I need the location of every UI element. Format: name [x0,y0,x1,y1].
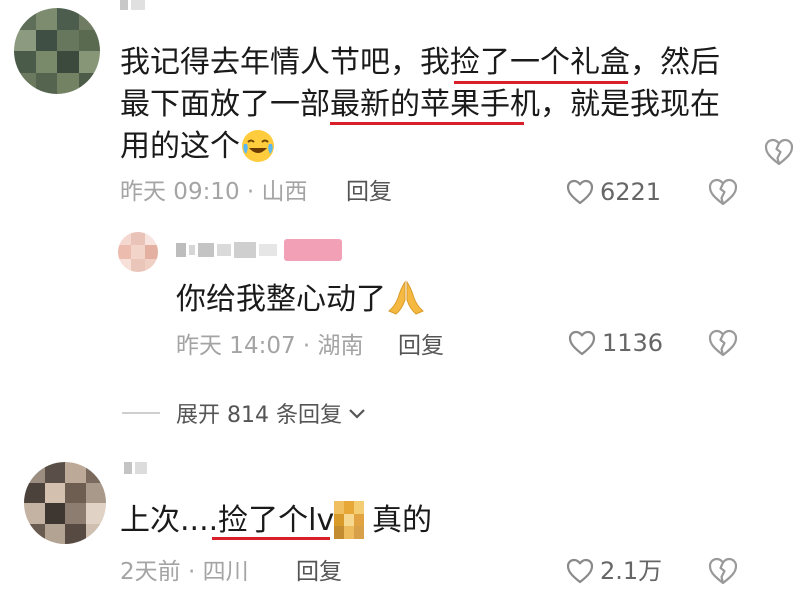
avatar[interactable] [24,462,106,544]
expand-replies-button[interactable]: 展开 814 条回复 [122,397,368,429]
like-button[interactable]: 2.1万 [566,558,662,584]
reply-button[interactable]: 回复 [296,560,342,584]
pixelated-image [334,501,364,539]
time-location: 昨天 09:10 · 山西 [120,179,308,205]
broken-heart-icon[interactable] [708,329,738,357]
blurred-username [176,239,342,261]
comment-text-line: 真的 [372,503,432,538]
reply-text: 你给我整心动了 [176,282,386,317]
divider-dash [122,412,160,414]
highlighted-text: 最新的苹果手机 [330,87,540,122]
like-count: 6221 [600,178,662,206]
like-button[interactable]: 6221 [566,179,661,205]
reply-button[interactable]: 回复 [398,334,444,358]
comment-text-line: 我记得去年情人节吧，我捡了一个礼盒，然后 [120,45,720,80]
like-count: 1136 [602,329,664,357]
chevron-down-icon [349,409,365,419]
comment-text-line: 用的这个 [120,129,240,164]
highlighted-text: 捡了个lv [218,503,335,538]
side-broken-heart-icon[interactable] [764,138,794,166]
blurred-username [124,462,147,474]
heart-icon [566,558,594,584]
red-underline [212,537,330,540]
red-underline [330,122,524,125]
comment-text-line: 最下面放了一部最新的苹果手机，就是我现在 [120,87,720,122]
highlighted-text: 捡了一个礼盒 [450,45,630,80]
expand-label: 展开 814 条回复 [176,403,342,428]
time-location: 昨天 14:07 · 湖南 [176,333,364,359]
reply-button[interactable]: 回复 [346,180,392,204]
laugh-cry-emoji [240,128,276,164]
broken-heart-icon[interactable] [708,557,738,585]
like-count: 2.1万 [600,557,663,585]
heart-icon [566,179,594,205]
blurred-username [120,0,145,10]
pray-emoji [386,278,426,316]
avatar[interactable] [14,8,100,94]
red-underline [454,81,628,84]
comment-text-line: 上次....捡了个lv [120,503,335,538]
time-location: 2天前 · 四川 [120,559,249,585]
like-button[interactable]: 1136 [568,330,663,356]
heart-icon [568,330,596,356]
avatar[interactable] [118,232,158,272]
broken-heart-icon[interactable] [708,178,738,206]
